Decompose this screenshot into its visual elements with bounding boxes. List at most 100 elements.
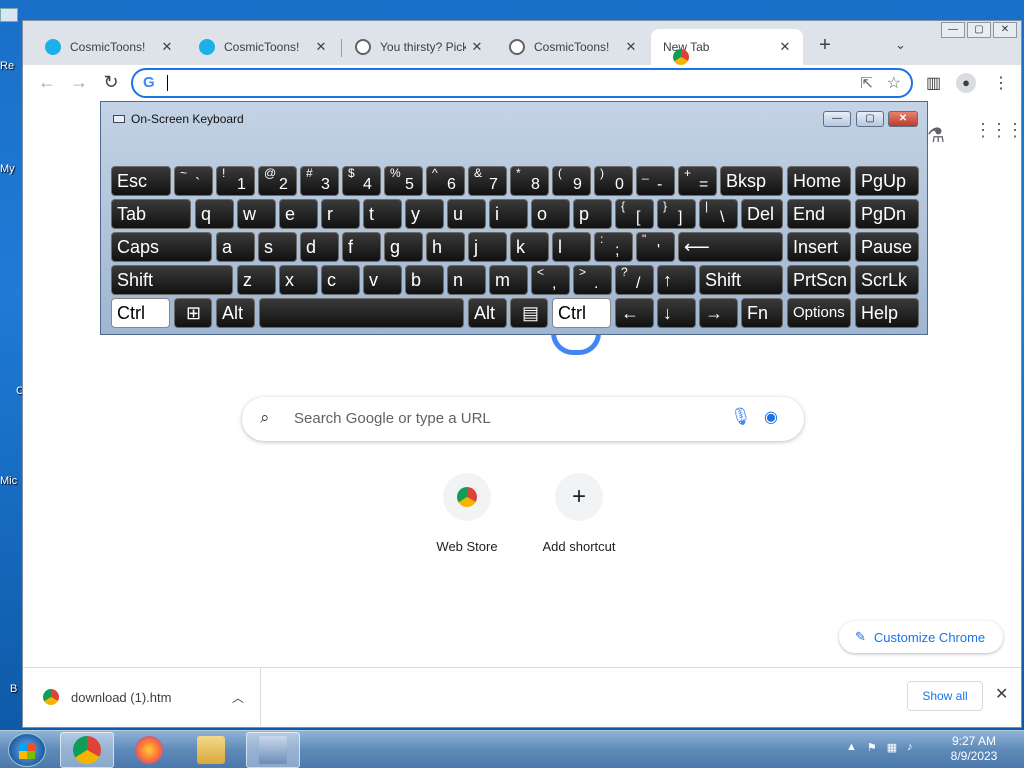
side-panel-icon[interactable]: ▥ (926, 73, 941, 93)
key-letter[interactable]: k (510, 232, 549, 262)
key-arrow-right[interactable]: → (699, 298, 738, 328)
tab-cosmictoons-1[interactable]: CosmicToons! ✕ (33, 29, 185, 65)
close-download-shelf-icon[interactable]: ✕ (995, 684, 1008, 704)
key-esc[interactable]: Esc (111, 166, 171, 196)
taskbar-osk[interactable] (246, 732, 300, 768)
key-row1[interactable]: $4 (342, 166, 381, 196)
desktop-icon-recycle-bin[interactable] (0, 8, 22, 24)
key-symbol[interactable]: {[ (615, 199, 654, 229)
ntp-search-box[interactable]: ⌕ Search Google or type a URL 🎙 ◉ (242, 397, 804, 441)
key-letter[interactable]: e (279, 199, 318, 229)
forward-arrow-icon[interactable]: → (67, 72, 91, 93)
key-row1[interactable]: & 7 (468, 166, 507, 196)
key-row1[interactable]: ^ 6 (426, 166, 465, 196)
microphone-icon[interactable]: 🎙 (730, 407, 752, 427)
key-backspace[interactable]: Bksp (720, 166, 783, 196)
key-symbol[interactable]: }] (657, 199, 696, 229)
key-end[interactable]: End (787, 199, 851, 229)
reload-icon[interactable]: ↻ (99, 72, 123, 93)
google-lens-camera-icon[interactable]: ◉ (764, 407, 778, 427)
key-alt-right[interactable]: Alt (468, 298, 507, 328)
download-item[interactable]: download (1).htm ︿ (43, 668, 261, 726)
action-center-flag-icon[interactable]: ⚑ (867, 741, 877, 754)
key-home[interactable]: Home (787, 166, 851, 196)
key-scrlk[interactable]: ScrLk (855, 265, 919, 295)
key-letter[interactable]: g (384, 232, 423, 262)
google-apps-grid-icon[interactable]: ⋮⋮⋮ (974, 121, 1024, 139)
osk-minimize-button[interactable]: — (823, 111, 851, 127)
close-tab-icon[interactable]: ✕ (469, 39, 485, 55)
key-options[interactable]: Options (787, 298, 851, 328)
close-tab-icon[interactable]: ✕ (313, 39, 329, 55)
key-row1[interactable]: ~ ` (174, 166, 213, 196)
key-letter[interactable]: s (258, 232, 297, 262)
key-row1[interactable]: @2 (258, 166, 297, 196)
key-letter[interactable]: l (552, 232, 591, 262)
clock[interactable]: 9:27 AM 8/9/2023 (944, 734, 1004, 764)
maximize-button[interactable]: ▢ (967, 22, 991, 38)
tab-search-chevron-icon[interactable]: ⌄ (895, 37, 906, 53)
key-menu[interactable]: ▤ (510, 298, 548, 328)
start-button[interactable] (8, 733, 46, 767)
key-letter[interactable]: x (279, 265, 318, 295)
back-arrow-icon[interactable]: ← (35, 72, 59, 93)
key-letter[interactable]: r (321, 199, 360, 229)
key-pause[interactable]: Pause (855, 232, 919, 262)
key-letter[interactable]: n (447, 265, 486, 295)
key-letter[interactable]: t (363, 199, 402, 229)
key-alt-left[interactable]: Alt (216, 298, 255, 328)
chevron-up-icon[interactable]: ︿ (232, 689, 244, 706)
key-row1[interactable]: ) 0 (594, 166, 633, 196)
network-icon[interactable]: ▦ (887, 741, 897, 754)
menu-kebab-icon[interactable]: ⋮ (993, 73, 1009, 93)
key-letter[interactable]: q (195, 199, 234, 229)
key-letter[interactable]: i (489, 199, 528, 229)
tab-cosmictoons-3[interactable]: CosmicToons! ✕ (497, 29, 649, 65)
close-tab-icon[interactable]: ✕ (159, 39, 175, 55)
key-help[interactable]: Help (855, 298, 919, 328)
key-letter[interactable]: b (405, 265, 444, 295)
key-shift-left[interactable]: Shift (111, 265, 233, 295)
close-tab-icon[interactable]: ✕ (777, 39, 793, 55)
tab-cosmictoons-2[interactable]: CosmicToons! ✕ (187, 29, 339, 65)
show-hidden-icons-icon[interactable]: ▲ (846, 741, 857, 754)
key-ctrl-left[interactable]: Ctrl (111, 298, 170, 328)
close-window-button[interactable]: ✕ (993, 22, 1017, 38)
key-row1[interactable]: * 8 (510, 166, 549, 196)
key-enter[interactable]: ⟵ (678, 232, 783, 262)
customize-chrome-button[interactable]: ✎ Customize Chrome (839, 621, 1003, 653)
omnibox[interactable]: G ⇱ ☆ (131, 68, 913, 98)
shortcut-add[interactable]: + Add shortcut (529, 473, 629, 554)
key-row1[interactable]: ! 1 (216, 166, 255, 196)
key-space[interactable] (259, 298, 464, 328)
profile-avatar-icon[interactable]: ● (956, 73, 976, 93)
key-delete[interactable]: Del (741, 199, 783, 229)
key-pgup[interactable]: PgUp (855, 166, 919, 196)
labs-flask-icon[interactable]: ⚗ (927, 123, 945, 148)
bookmark-star-icon[interactable]: ☆ (887, 73, 901, 93)
key-arrow-down[interactable]: ↓ (657, 298, 696, 328)
key-row1[interactable]: #3 (300, 166, 339, 196)
key-letter[interactable]: a (216, 232, 255, 262)
minimize-button[interactable]: — (941, 22, 965, 38)
shortcut-web-store[interactable]: Web Store (417, 473, 517, 554)
key-letter[interactable]: j (468, 232, 507, 262)
key-letter[interactable]: f (342, 232, 381, 262)
key-letter[interactable]: m (489, 265, 528, 295)
key-pgdn[interactable]: PgDn (855, 199, 919, 229)
key-row1[interactable]: + = (678, 166, 717, 196)
key-letter[interactable]: p (573, 199, 612, 229)
key-arrow-up[interactable]: ↑ (657, 265, 696, 295)
key-symbol[interactable]: | \ (699, 199, 738, 229)
share-icon[interactable]: ⇱ (860, 74, 873, 92)
key-letter[interactable]: y (405, 199, 444, 229)
key-arrow-left[interactable]: ← (615, 298, 654, 328)
key-fn[interactable]: Fn (741, 298, 783, 328)
volume-muted-icon[interactable]: ♪ (907, 741, 913, 754)
address-input[interactable] (163, 73, 813, 93)
taskbar-chrome[interactable] (60, 732, 114, 768)
taskbar-firefox[interactable] (122, 732, 176, 768)
key-symbol[interactable]: " ' (636, 232, 675, 262)
key-prtscn[interactable]: PrtScn (787, 265, 851, 295)
key-letter[interactable]: z (237, 265, 276, 295)
